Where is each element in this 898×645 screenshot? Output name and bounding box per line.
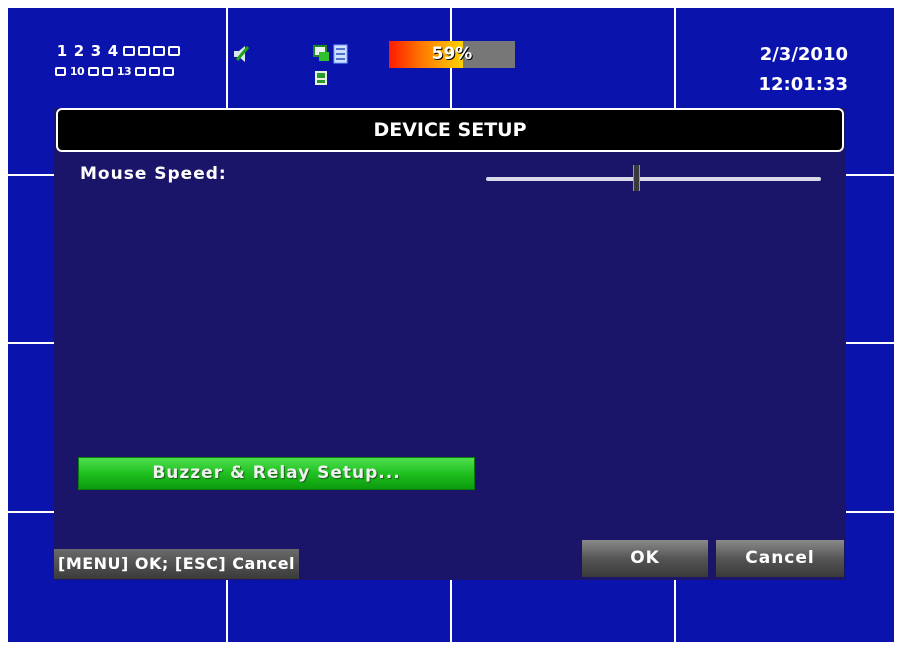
channel-empty-icon: [135, 67, 146, 76]
channel-empty-icon: [168, 46, 180, 56]
channel-number: 10: [69, 65, 85, 78]
time-display: 12:01:33: [758, 74, 848, 95]
buzzer-relay-setup-button[interactable]: Buzzer & Relay Setup...: [78, 457, 475, 490]
channel-number: 1: [56, 42, 68, 60]
channel-number: 4: [107, 42, 119, 60]
channel-status-row-2: 10 13: [55, 65, 174, 78]
mouse-speed-slider[interactable]: [486, 165, 821, 191]
hdd-usage-label: 59%: [431, 44, 473, 64]
channel-empty-icon: [138, 46, 150, 56]
channel-number: 13: [116, 65, 132, 78]
channel-number: 3: [90, 42, 102, 60]
mouse-speed-slider-thumb[interactable]: [633, 165, 640, 191]
channel-empty-icon: [149, 67, 160, 76]
hdd-usage-bar: 59%: [389, 41, 515, 68]
channel-empty-icon: [55, 67, 66, 76]
channel-empty-icon: [102, 67, 113, 76]
audio-icon: [234, 46, 250, 62]
channel-empty-icon: [163, 67, 174, 76]
channel-number: 2: [73, 42, 85, 60]
cancel-button[interactable]: Cancel: [716, 540, 844, 577]
channel-empty-icon: [123, 46, 135, 56]
channel-status-row-1: 1 2 3 4: [55, 42, 180, 60]
network-icon: [313, 44, 348, 64]
ok-button[interactable]: OK: [582, 540, 708, 577]
dvr-screen: 1 2 3 4 10 13 59% 2/3/2010 12:01:33 DEVI…: [8, 8, 894, 642]
dialog-title: DEVICE SETUP: [56, 108, 844, 152]
disk-icon: [315, 71, 327, 85]
channel-empty-icon: [153, 46, 165, 56]
mouse-speed-label: Mouse Speed:: [80, 164, 227, 184]
channel-empty-icon: [88, 67, 99, 76]
key-hint: [MENU] OK; [ESC] Cancel: [54, 549, 300, 579]
date-display: 2/3/2010: [759, 44, 848, 65]
